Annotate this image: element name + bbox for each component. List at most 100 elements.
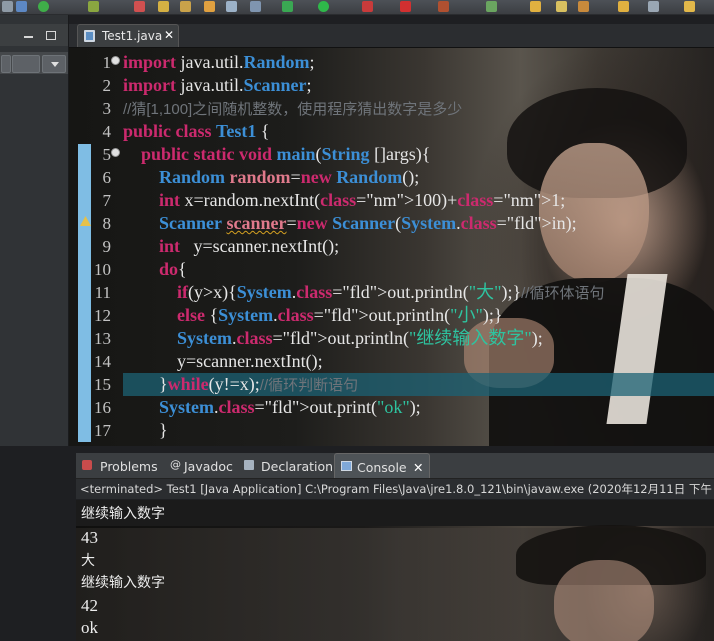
save-icon[interactable]	[16, 1, 27, 12]
code-line[interactable]: System.class="fld">out.println("继续输入数字")…	[123, 327, 543, 350]
problems-icon	[82, 460, 92, 470]
tab-label: Console	[357, 460, 407, 475]
open-folder-icon[interactable]	[530, 1, 541, 12]
tab-label: Declaration	[261, 459, 334, 474]
main-toolbar	[0, 0, 714, 15]
line-number: 8	[102, 214, 112, 233]
bottom-view-tabbar: Problems @ Javadoc Declaration Console ✕	[76, 453, 714, 479]
fold-icon[interactable]	[111, 56, 120, 65]
line-number: 10	[94, 260, 111, 279]
tab-test1-java[interactable]: Test1.java ✕	[77, 24, 179, 47]
chevron-down-icon	[51, 62, 59, 67]
code-line[interactable]: }while(y!=x);//循环判断语句	[123, 373, 358, 397]
forward-folder-icon[interactable]	[618, 1, 629, 12]
new-class-icon[interactable]	[204, 1, 215, 12]
search-icon[interactable]	[250, 1, 261, 12]
code-line[interactable]: if(y>x){System.class="fld">out.println("…	[123, 281, 604, 305]
close-icon[interactable]: ✕	[164, 28, 174, 42]
back-icon[interactable]	[648, 1, 659, 12]
open-type-icon[interactable]	[226, 1, 237, 12]
line-number: 4	[102, 122, 112, 141]
tab-console[interactable]: Console ✕	[334, 453, 430, 478]
line-number: 16	[94, 398, 111, 417]
editor-tabbar: Test1.java ✕	[69, 24, 714, 48]
new-package-icon[interactable]	[180, 1, 191, 12]
console-first-line-band	[76, 500, 714, 526]
run-last-icon[interactable]	[318, 1, 329, 12]
console-line: ok	[81, 618, 98, 637]
tab-label: Problems	[100, 459, 158, 474]
line-number: 11	[94, 283, 111, 302]
code-line[interactable]: public static void main(String []args){	[123, 143, 430, 166]
left-panel-tabbar	[0, 24, 68, 46]
code-line[interactable]: else {System.class="fld">out.println("小"…	[123, 304, 502, 327]
run-icon[interactable]	[38, 1, 49, 12]
line-number: 14	[94, 352, 111, 371]
javadoc-icon: @	[170, 458, 181, 471]
line-number: 17	[94, 421, 111, 440]
view-menu-icon[interactable]	[42, 55, 66, 73]
line-number: 9	[102, 237, 112, 256]
change-ruler	[78, 144, 91, 442]
terminate-icon[interactable]	[438, 1, 449, 12]
edit-icon[interactable]	[556, 1, 567, 12]
background-image-face	[554, 560, 654, 641]
code-line[interactable]: int y=scanner.nextInt();	[123, 235, 339, 258]
code-line[interactable]: do{	[123, 258, 187, 281]
external-tools-icon[interactable]	[134, 1, 145, 12]
line-number: 13	[94, 329, 111, 348]
next-annotation-icon[interactable]	[282, 1, 293, 12]
link-editor-icon[interactable]	[12, 55, 40, 73]
code-line[interactable]: y=scanner.nextInt();	[123, 350, 323, 373]
close-icon[interactable]: ✕	[413, 460, 423, 475]
stop-icon[interactable]	[400, 1, 411, 12]
code-line[interactable]: import java.util.Scanner;	[123, 74, 312, 97]
collapse-all-icon[interactable]	[1, 55, 11, 73]
line-number: 7	[102, 191, 112, 210]
pen-icon[interactable]	[578, 1, 589, 12]
code-line[interactable]: Scanner scanner=new Scanner(System.class…	[123, 212, 577, 235]
left-panel-toolbar	[0, 52, 68, 74]
new-java-project-icon[interactable]	[158, 1, 169, 12]
console-line: 42	[81, 596, 98, 615]
tab-declaration[interactable]: Declaration	[242, 453, 334, 478]
code-line[interactable]: int x=random.nextInt(class="nm">100)+cla…	[123, 189, 565, 212]
java-file-icon	[84, 30, 95, 42]
code-editor[interactable]: 1 2 3 4 5 6 7 8 9 10 11 12 13 14 15 16 1…	[69, 48, 714, 446]
code-line[interactable]: }	[123, 419, 168, 442]
line-number: 6	[102, 168, 112, 187]
console-icon	[341, 461, 352, 471]
new-icon[interactable]	[2, 1, 13, 12]
line-number: 1	[102, 53, 112, 72]
tab-label: Test1.java	[102, 29, 163, 43]
minimize-icon[interactable]	[24, 36, 33, 38]
console-line: 大	[81, 553, 95, 569]
tab-javadoc[interactable]: @ Javadoc	[166, 453, 242, 478]
open-perspective-icon[interactable]	[486, 1, 497, 12]
line-number: 15	[94, 375, 111, 394]
fold-icon[interactable]	[111, 148, 120, 157]
code-line[interactable]: System.class="fld">out.print("ok");	[123, 396, 421, 419]
code-line[interactable]: //猜[1,100]之间随机整数，使用程序猜出数字是多少	[123, 97, 462, 121]
status-text: <terminated> Test1 [Java Application] C:…	[80, 482, 712, 496]
maximize-icon[interactable]	[46, 31, 56, 40]
console-line: 继续输入数字	[81, 506, 165, 522]
coverage-icon[interactable]	[362, 1, 373, 12]
tab-label: Javadoc	[184, 459, 233, 474]
debug-icon[interactable]	[88, 1, 99, 12]
console-line: 43	[81, 528, 98, 547]
line-number: 5	[102, 145, 112, 164]
package-explorer-panel	[0, 15, 69, 446]
tab-problems[interactable]: Problems	[80, 453, 162, 478]
console-line: 继续输入数字	[81, 575, 165, 591]
console-output[interactable]: 继续输入数字 43 大 继续输入数字 42 ok	[76, 500, 714, 641]
declaration-icon	[244, 460, 254, 470]
code-line[interactable]: import java.util.Random;	[123, 51, 315, 74]
line-number: 12	[94, 306, 111, 325]
line-number: 2	[102, 76, 112, 95]
line-number: 3	[102, 99, 112, 118]
code-line[interactable]: public class Test1 {	[123, 120, 270, 143]
console-process-status: <terminated> Test1 [Java Application] C:…	[76, 479, 714, 499]
forward-icon[interactable]	[684, 1, 695, 12]
code-line[interactable]: Random random=new Random();	[123, 166, 419, 189]
